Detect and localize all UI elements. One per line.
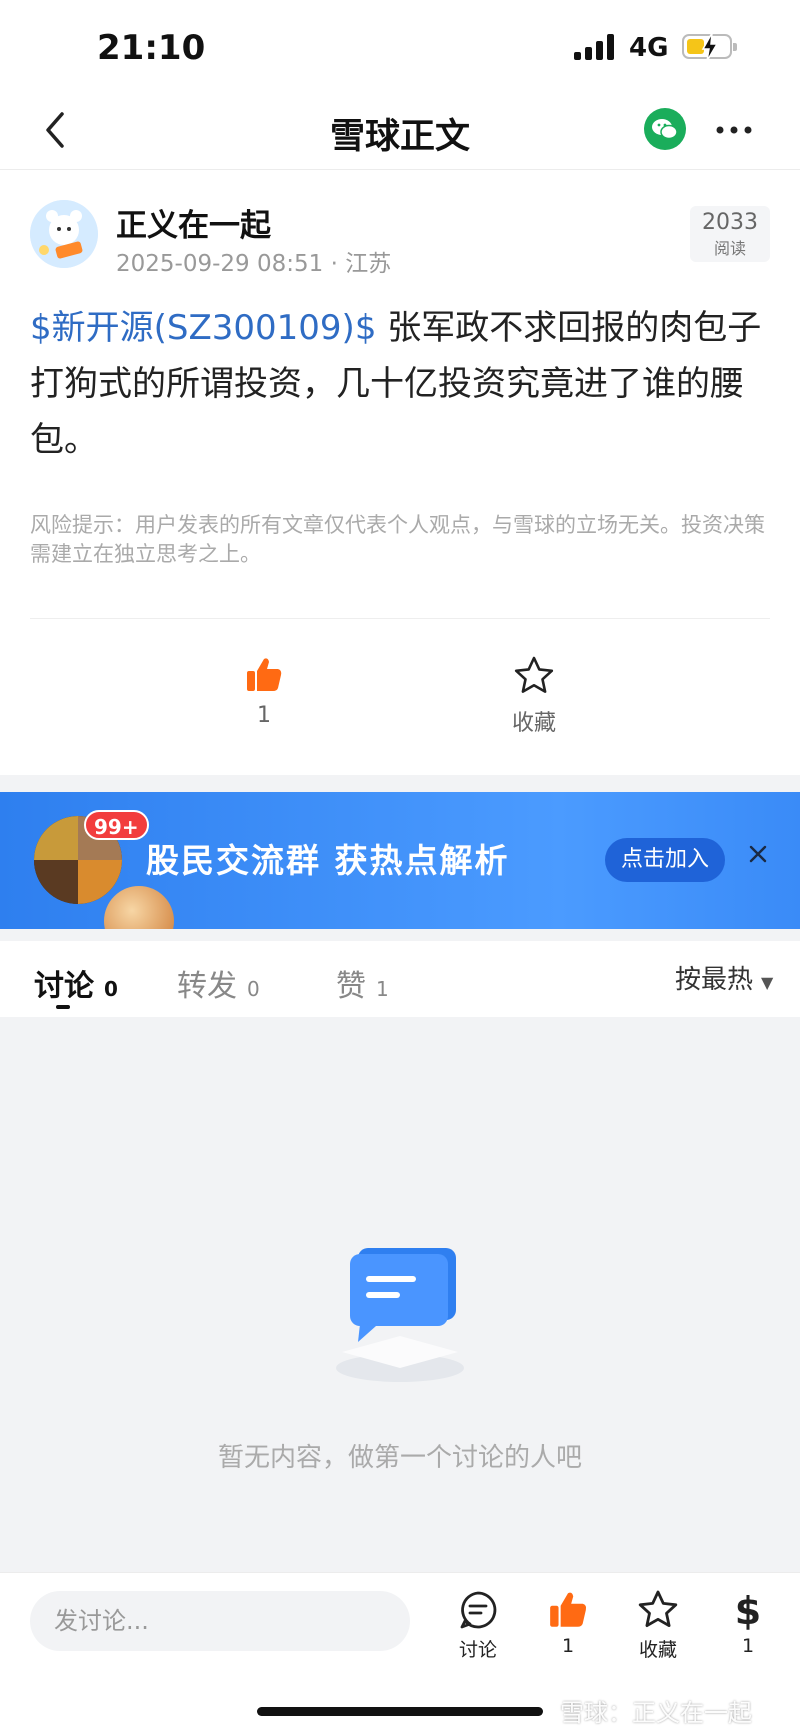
group-banner[interactable]: 99+ 股民交流群 获热点解析 点击加入: [0, 792, 800, 929]
bottom-favorite-button[interactable]: 收藏: [618, 1589, 698, 1662]
meta-separator: ·: [330, 251, 346, 277]
read-count: 2033: [702, 210, 758, 235]
tab-count: 1: [376, 977, 389, 1001]
star-icon: [514, 656, 554, 693]
tab-count: 0: [104, 977, 118, 1001]
favorite-label: 收藏: [511, 711, 556, 736]
empty-state: 暂无内容，做第一个讨论的人吧: [0, 1017, 800, 1572]
post-location: 江苏: [345, 251, 392, 277]
post-meta: 2025-09-29 08:51 · 江苏: [116, 244, 391, 278]
caret-down-icon: ▼: [761, 973, 774, 992]
divider: [30, 618, 770, 619]
reward-count: 1: [741, 1635, 755, 1657]
read-count-badge: 2033 阅读: [690, 206, 770, 262]
comment-tabs: 讨论 0 转发 0 赞1 按最热 ▼: [0, 941, 800, 1017]
empty-message: 暂无内容，做第一个讨论的人吧: [217, 1443, 582, 1473]
bottom-favorite-label: 收藏: [638, 1639, 677, 1661]
tab-label: 赞: [336, 969, 366, 1004]
svg-text:$: $: [735, 1589, 761, 1631]
status-bar: 21:10 4G: [0, 0, 800, 92]
reward-button[interactable]: $ 1: [708, 1589, 788, 1657]
bottom-bar: 发讨论... 讨论 1 收藏 $ 1 雪球：正义在一起: [0, 1572, 800, 1731]
watermark: 雪球：正义在一起: [560, 1699, 752, 1727]
empty-chat-icon: [320, 1240, 480, 1390]
like-count: 1: [257, 703, 271, 728]
status-time: 21:10: [97, 28, 206, 68]
nav-bar: 雪球正文: [0, 92, 800, 170]
comment-input[interactable]: 发讨论...: [30, 1591, 410, 1651]
risk-notice: 风险提示：用户发表的所有文章仅代表个人观点，与雪球的立场无关。投资决策需建立在独…: [30, 513, 765, 566]
sort-label: 按最热: [675, 965, 754, 995]
join-button[interactable]: 点击加入: [605, 838, 725, 882]
home-indicator: [257, 1707, 543, 1716]
tab-count: 0: [247, 977, 260, 1001]
network-type: 4G: [629, 33, 669, 63]
stock-tag-link[interactable]: $新开源(SZ300109)$: [30, 308, 376, 348]
sort-dropdown[interactable]: 按最热 ▼: [675, 959, 773, 996]
author-row: 正义在一起 2025-09-29 08:51 · 江苏 2033 阅读: [30, 200, 770, 277]
wechat-share-icon[interactable]: [644, 108, 686, 150]
favorite-button[interactable]: 收藏: [474, 655, 594, 737]
tab-discussion[interactable]: 讨论 0: [34, 961, 118, 1005]
like-button[interactable]: 1: [204, 655, 324, 728]
tab-repost[interactable]: 转发 0: [177, 961, 260, 1005]
avatar[interactable]: [30, 200, 98, 268]
thumbs-up-icon: [550, 1592, 587, 1627]
read-label: 阅读: [713, 239, 746, 258]
bottom-like-count: 1: [561, 1635, 575, 1657]
thumbs-up-icon: [247, 658, 282, 691]
tab-likes[interactable]: 赞1: [336, 961, 389, 1005]
signal-icon: [574, 34, 616, 60]
section-gap: [0, 929, 800, 941]
more-icon[interactable]: [714, 116, 754, 144]
close-icon[interactable]: [746, 842, 770, 866]
section-gap: [0, 775, 800, 792]
star-icon: [638, 1590, 678, 1627]
dollar-icon: $: [735, 1589, 761, 1631]
discuss-button[interactable]: 讨论: [438, 1589, 518, 1662]
unread-badge: 99+: [84, 810, 149, 840]
tab-label: 转发: [177, 969, 237, 1004]
author-name[interactable]: 正义在一起: [116, 200, 271, 245]
battery-icon: [682, 32, 737, 62]
post-content: $新开源(SZ300109)$ 张军政不求回报的肉包子打狗式的所谓投资，几十亿投…: [30, 300, 775, 468]
tab-indicator: [56, 1005, 70, 1009]
post-actions: 1 收藏: [0, 655, 800, 737]
post-date: 2025-09-29 08:51: [116, 251, 324, 277]
bottom-like-button[interactable]: 1: [528, 1589, 608, 1657]
discuss-label: 讨论: [458, 1639, 497, 1661]
tab-label: 讨论: [34, 969, 94, 1004]
comment-icon: [460, 1591, 497, 1629]
banner-text: 股民交流群 获热点解析: [146, 841, 510, 880]
